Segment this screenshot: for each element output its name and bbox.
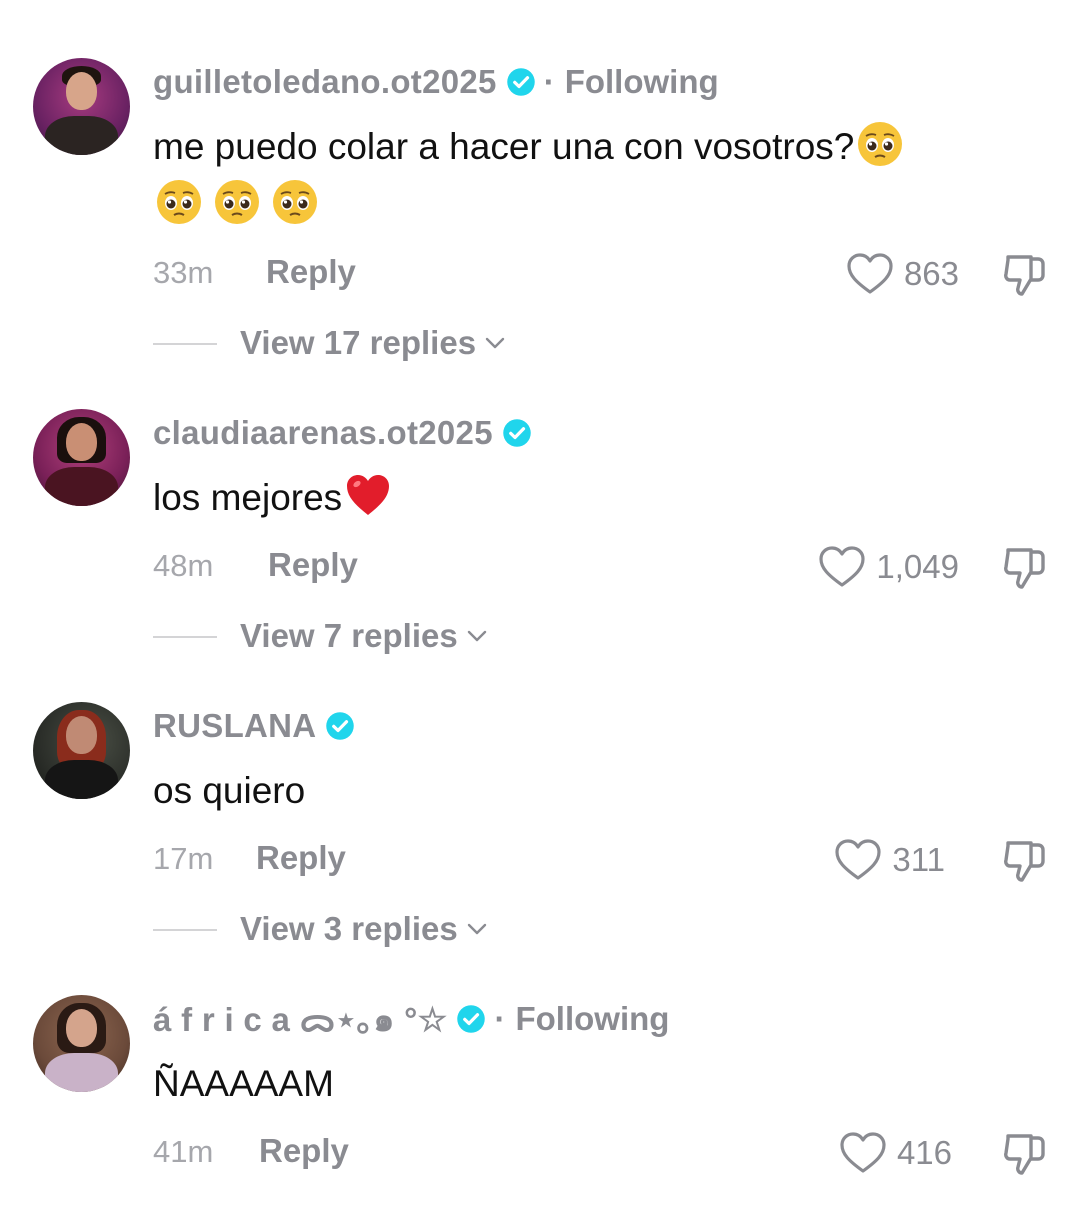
- comment-item: RUSLANA os quiero 17m Reply 311 View 3 r…: [0, 644, 1091, 947]
- reply-button[interactable]: Reply: [256, 839, 346, 877]
- comment-text: los mejores: [153, 477, 343, 518]
- reply-button[interactable]: Reply: [268, 546, 358, 584]
- reply-button[interactable]: Reply: [259, 1132, 349, 1170]
- verified-badge-icon: [326, 712, 355, 740]
- comment-text: me puedo colar a hacer una con vosotros?: [153, 126, 855, 167]
- heart-outline-icon: [819, 546, 866, 587]
- separator-dot: ·: [543, 63, 555, 100]
- following-label: Following: [564, 63, 719, 100]
- pleading-face-emoji: [157, 180, 201, 224]
- comment-actions: 48m Reply 1,049: [0, 542, 1091, 592]
- comment-item: á f r i c a ᯅ⋆｡๑ °☆ · Following ÑAAAAAM …: [0, 937, 1091, 1230]
- username-link[interactable]: guilletoledano.ot2025: [153, 63, 497, 101]
- comment-text: ÑAAAAAM: [153, 1063, 334, 1104]
- comments-list: guilletoledano.ot2025 · Following me pue…: [0, 0, 1091, 1200]
- like-button[interactable]: 863: [846, 249, 959, 299]
- verified-badge-icon: [506, 68, 535, 96]
- comment-header: á f r i c a ᯅ⋆｡๑ °☆ · Following: [153, 999, 669, 1039]
- like-count: 311: [892, 841, 945, 878]
- username-link[interactable]: RUSLANA: [153, 707, 316, 745]
- comment-text-block: os quiero: [153, 762, 1033, 820]
- comment-text: os quiero: [153, 770, 306, 811]
- thumbs-down-icon[interactable]: [1000, 249, 1050, 299]
- thumbs-down-icon[interactable]: [1000, 835, 1050, 885]
- avatar[interactable]: [33, 995, 130, 1092]
- comment-timestamp: 41m: [153, 1134, 214, 1169]
- thumbs-down-icon[interactable]: [1000, 542, 1050, 592]
- comment-actions: 33m Reply 863: [0, 249, 1091, 299]
- avatar[interactable]: [33, 58, 130, 155]
- divider-line: [153, 929, 217, 931]
- comment-timestamp: 48m: [153, 548, 214, 583]
- divider-line: [153, 343, 217, 345]
- separator-dot: ·: [494, 1000, 506, 1037]
- like-count: 1,049: [876, 548, 959, 585]
- comment-header: RUSLANA: [153, 706, 355, 746]
- like-button[interactable]: 311: [834, 835, 945, 885]
- avatar[interactable]: [33, 702, 130, 799]
- comment-item: claudiaarenas.ot2025 los mejores 48m Rep…: [0, 351, 1091, 654]
- heart-outline-icon: [847, 253, 893, 294]
- reply-button[interactable]: Reply: [266, 253, 356, 291]
- following-label: Following: [515, 1000, 670, 1037]
- avatar[interactable]: [33, 409, 130, 506]
- pleading-face-emoji: [215, 180, 259, 224]
- comment-actions: 41m Reply 416: [0, 1128, 1091, 1178]
- username-link[interactable]: claudiaarenas.ot2025: [153, 414, 493, 452]
- red-heart-emoji: [347, 475, 390, 515]
- like-button[interactable]: 416: [839, 1128, 952, 1178]
- pleading-face-emoji: [273, 180, 317, 224]
- comment-timestamp: 17m: [153, 841, 214, 876]
- comment-item: guilletoledano.ot2025 · Following me pue…: [0, 0, 1091, 361]
- like-count: 416: [896, 1134, 952, 1171]
- username-link[interactable]: á f r i c a ᯅ⋆｡๑ °☆: [153, 993, 447, 1046]
- heart-outline-icon: [840, 1132, 886, 1173]
- comment-header: guilletoledano.ot2025 · Following: [153, 62, 719, 102]
- comment-timestamp: 33m: [153, 255, 214, 290]
- comment-text-block: los mejores: [153, 469, 1033, 527]
- comment-text-block: ÑAAAAAM: [153, 1055, 1033, 1113]
- comment-actions: 17m Reply 311: [0, 835, 1091, 885]
- pleading-face-emoji: [858, 122, 903, 166]
- verified-badge-icon: [457, 1005, 486, 1033]
- like-count: 863: [903, 255, 959, 292]
- heart-outline-icon: [835, 839, 881, 880]
- thumbs-down-icon[interactable]: [1000, 1128, 1050, 1178]
- like-button[interactable]: 1,049: [818, 542, 959, 592]
- verified-badge-icon: [503, 419, 531, 447]
- comment-text-block: me puedo colar a hacer una con vosotros?: [153, 118, 1033, 234]
- comment-header: claudiaarenas.ot2025: [153, 413, 532, 453]
- divider-line: [153, 636, 217, 638]
